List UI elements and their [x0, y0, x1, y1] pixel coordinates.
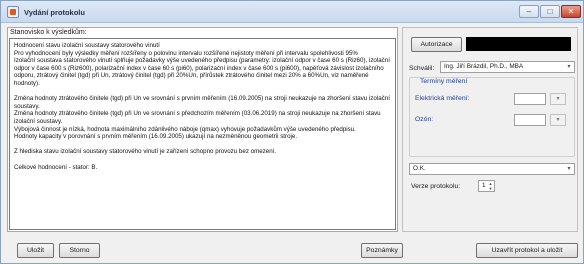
- spin-arrows-icon[interactable]: ▲ ▼: [487, 181, 494, 191]
- text-paragraph: Změna hodnoty ztrátového činitele (tgd) …: [14, 110, 381, 125]
- verze-label: Verze protokolu:: [411, 183, 461, 190]
- spin-down-icon[interactable]: ▼: [489, 186, 493, 191]
- elektricka-label: Elektrická měření:: [415, 95, 470, 102]
- ozon-label: Ozón:: [415, 116, 434, 123]
- text-paragraph: Pro vyhodnocení byly výsledky měření roz…: [14, 49, 358, 57]
- cancel-button[interactable]: Storno: [59, 243, 100, 258]
- chevron-down-icon: ▾: [567, 64, 571, 70]
- text-paragraph: Hodnocení stavu izolační soustavy stator…: [14, 42, 160, 49]
- verze-stepper[interactable]: 1 ▲ ▼: [478, 180, 495, 192]
- status-value: O.K.: [413, 165, 426, 172]
- stanovisko-textarea[interactable]: Hodnocení stavu izolační soustavy stator…: [9, 38, 396, 230]
- save-button[interactable]: Uložit: [17, 243, 54, 258]
- ozon-date-dropdown[interactable]: ▾: [550, 114, 566, 126]
- schvalil-label: Schválil:: [409, 65, 435, 72]
- status-select[interactable]: O.K. ▾: [409, 163, 575, 175]
- schvalil-select[interactable]: Ing. Jiří Brázdil, Ph.D., MBA ▾: [440, 61, 575, 73]
- text-paragraph: Hodnoty kapacity v porovnání s prvním mě…: [14, 133, 298, 141]
- text-paragraph: Izolační soustava statorového vinutí spl…: [14, 57, 390, 87]
- autorizace-button[interactable]: Autorizace: [411, 37, 462, 52]
- autorizace-field: [466, 37, 571, 51]
- close-protocol-save-button[interactable]: Uzavřít protokol a uložit: [476, 243, 578, 258]
- ozon-date-input[interactable]: [514, 114, 546, 126]
- chevron-down-icon: ▾: [567, 166, 571, 172]
- window-title: Vydání protokolu: [24, 8, 85, 17]
- text-paragraph: Celkové hodnocení - stator: B.: [14, 163, 98, 171]
- elektricka-date-dropdown[interactable]: ▾: [550, 93, 566, 105]
- text-paragraph: Výbojová činnost je nízká, hodnota maxim…: [14, 125, 356, 133]
- title-bar[interactable]: Vydání protokolu – □ ✕: [1, 1, 583, 23]
- notes-button[interactable]: Poznámky: [361, 243, 403, 258]
- close-button[interactable]: ✕: [561, 5, 581, 18]
- elektricka-date-input[interactable]: [514, 93, 546, 105]
- stanovisko-label: Stanovisko k výsledkům:: [10, 29, 87, 36]
- schvalil-value: Ing. Jiří Brázdil, Ph.D., MBA: [444, 63, 524, 70]
- text-paragraph: Z hlediska stavu izolační soustavy stato…: [14, 148, 277, 156]
- minimize-button[interactable]: –: [519, 5, 539, 18]
- verze-value: 1: [482, 182, 486, 189]
- terminy-label: Termíny měření: [420, 78, 468, 85]
- app-icon: [7, 6, 19, 18]
- maximize-button[interactable]: □: [540, 5, 560, 18]
- text-paragraph: Změna hodnoty ztrátového činitele (tgd) …: [14, 95, 390, 110]
